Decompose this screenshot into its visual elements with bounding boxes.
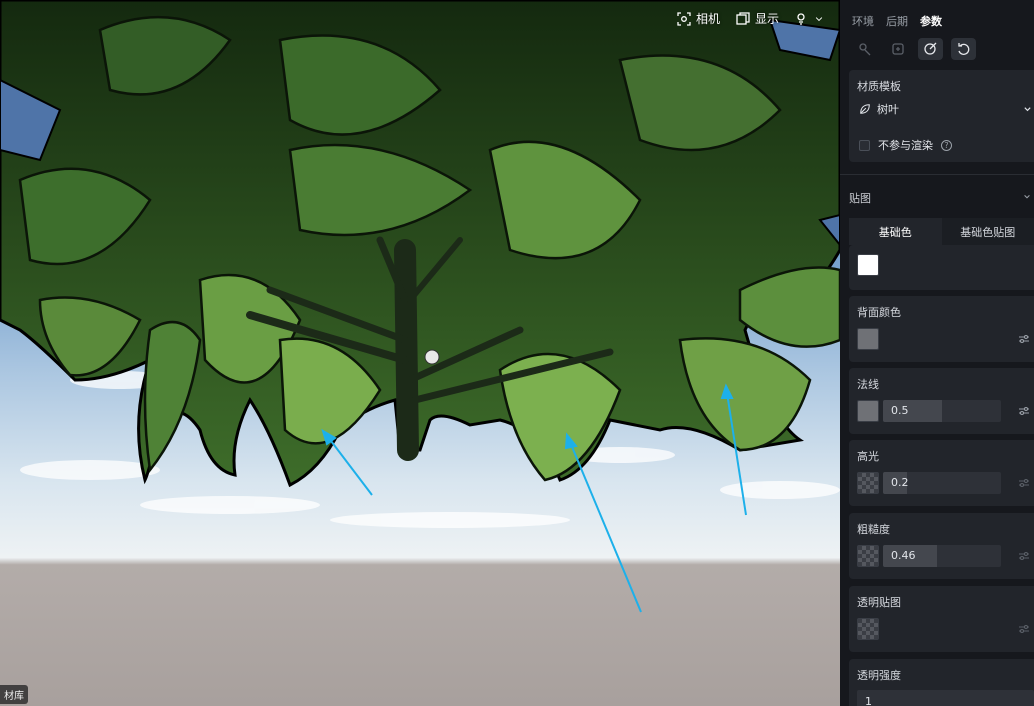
- opacity-strength-input[interactable]: 1: [857, 690, 1034, 706]
- material-template-value: 树叶: [877, 103, 899, 116]
- sun-flare: [424, 349, 440, 365]
- exclude-render-label: 不参与渲染: [878, 139, 933, 152]
- reset-button[interactable]: [951, 38, 976, 60]
- brush-icon: [858, 43, 870, 56]
- roughness-slider[interactable]: 0.46: [883, 545, 1001, 567]
- opacity-map-label: 透明贴图: [857, 596, 901, 609]
- viewport-toolbar: 相机 显示: [677, 10, 824, 27]
- tab-post-processing[interactable]: 后期: [886, 13, 908, 29]
- tool-icon-row: [840, 29, 1034, 60]
- help-icon[interactable]: ?: [941, 139, 952, 151]
- specular-label: 高光: [857, 450, 879, 463]
- chevron-down-icon[interactable]: [1023, 193, 1031, 201]
- tab-environment[interactable]: 环境: [852, 13, 874, 29]
- tab-parameters[interactable]: 参数: [920, 13, 942, 29]
- roughness-map-swatch[interactable]: [857, 545, 879, 567]
- texture-section-title: 贴图: [849, 192, 871, 205]
- back-color-card: 背面颜色: [849, 296, 1034, 362]
- texture-subtabs: 基础色 基础色贴图: [849, 218, 1034, 245]
- exclude-render-row: 不参与渲染 ?: [859, 133, 1032, 157]
- specular-map-swatch[interactable]: [857, 472, 879, 494]
- chevron-down-icon: [815, 16, 823, 21]
- opacity-strength-label: 透明强度: [857, 669, 901, 682]
- material-template-select[interactable]: 树叶: [859, 97, 1032, 121]
- specular-card: 高光 0.2: [849, 440, 1034, 506]
- sliders-icon[interactable]: [1018, 477, 1030, 489]
- normal-label: 法线: [857, 378, 879, 391]
- material-edit-button[interactable]: [918, 38, 943, 60]
- back-color-swatch[interactable]: [857, 328, 879, 350]
- leaf-icon: [860, 104, 870, 114]
- display-icon: [736, 11, 750, 25]
- add-layer-icon: [891, 43, 904, 55]
- roughness-value: 0.46: [891, 549, 916, 562]
- sliders-icon[interactable]: [1018, 550, 1030, 562]
- tab-base-color-map[interactable]: 基础色贴图: [941, 218, 1034, 245]
- camera-button[interactable]: 相机: [677, 10, 720, 27]
- sliders-icon[interactable]: [1018, 405, 1030, 417]
- add-material-button[interactable]: [885, 38, 910, 60]
- normal-card: 法线 0.5: [849, 368, 1034, 434]
- specular-value: 0.2: [891, 476, 909, 489]
- panel-tabs: 环境 后期 参数: [840, 0, 1034, 29]
- material-brush-button[interactable]: [852, 38, 877, 60]
- material-edit-icon: [923, 42, 936, 55]
- roughness-card: 粗糙度 0.46: [849, 513, 1034, 579]
- base-color-card: [849, 245, 1034, 290]
- scene-render: [0, 0, 840, 613]
- sliders-icon[interactable]: [1018, 623, 1030, 635]
- light-icon: [797, 12, 805, 25]
- chevron-down-icon: [1024, 106, 1031, 111]
- properties-panel: 环境 后期 参数 材质模板 树叶 不参与渲染 ? 贴图 基础色 基础色贴图 背面…: [840, 0, 1034, 706]
- specular-slider[interactable]: 0.2: [883, 472, 1001, 494]
- opacity-map-card: 透明贴图: [849, 586, 1034, 652]
- normal-slider[interactable]: 0.5: [883, 400, 1001, 422]
- light-button[interactable]: [795, 12, 824, 26]
- display-button[interactable]: 显示: [736, 10, 779, 27]
- back-color-label: 背面颜色: [857, 306, 901, 319]
- opacity-map-swatch[interactable]: [857, 618, 879, 640]
- tab-base-color[interactable]: 基础色: [849, 218, 942, 245]
- base-color-swatch[interactable]: [857, 254, 879, 276]
- material-template-title: 材质模板: [857, 80, 901, 93]
- exclude-render-checkbox[interactable]: [859, 139, 870, 151]
- normal-map-swatch[interactable]: [857, 400, 879, 422]
- roughness-label: 粗糙度: [857, 523, 890, 536]
- library-tag[interactable]: 材库: [0, 685, 28, 704]
- undo-icon: [957, 43, 969, 55]
- normal-value: 0.5: [891, 404, 909, 417]
- sliders-icon[interactable]: [1018, 333, 1030, 345]
- divider: [840, 174, 1034, 175]
- material-template-card: 材质模板 树叶 不参与渲染 ?: [849, 70, 1034, 162]
- camera-icon: [677, 11, 691, 26]
- 3d-viewport[interactable]: 相机 显示 材库: [0, 0, 840, 706]
- opacity-strength-card: 透明强度 1: [849, 659, 1034, 706]
